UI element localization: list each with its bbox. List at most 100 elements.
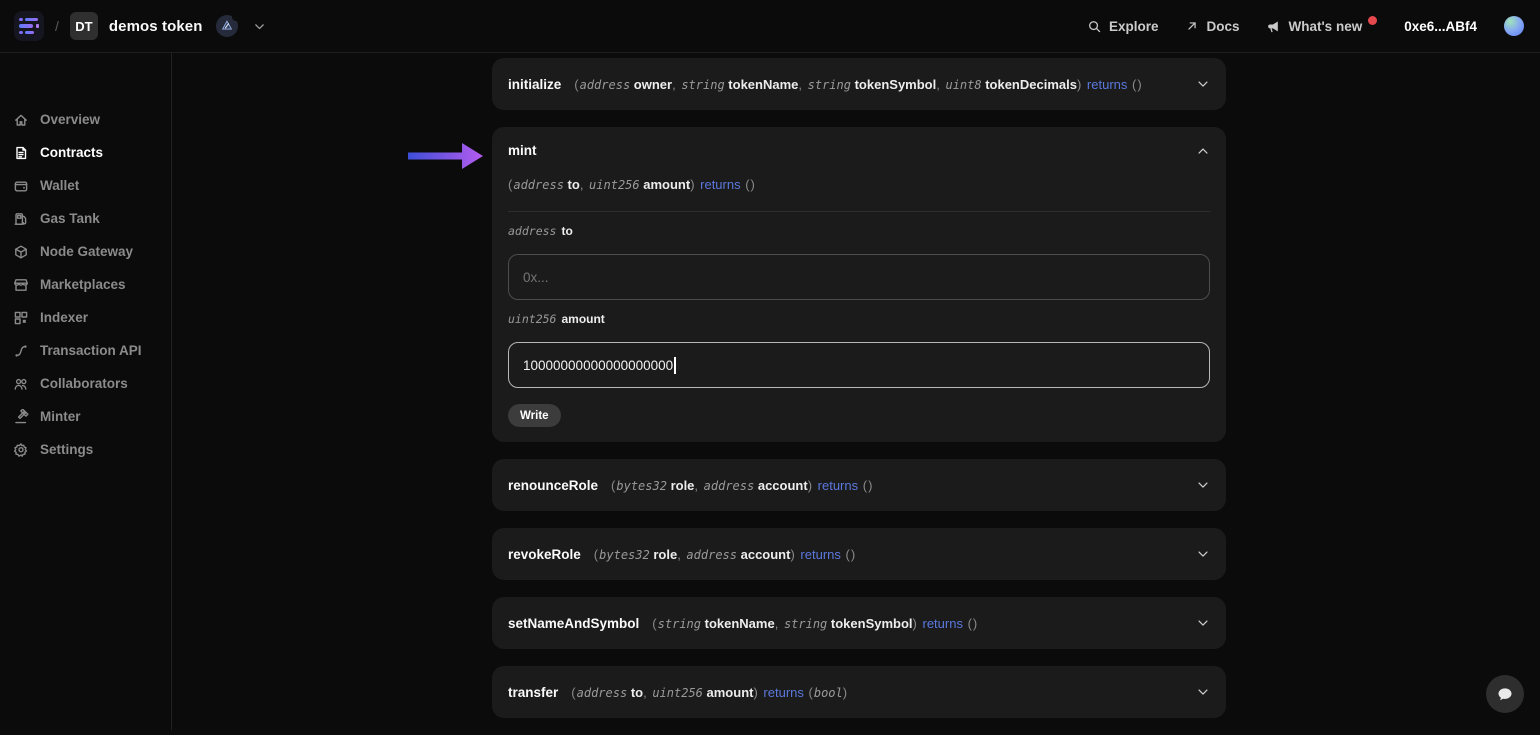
- sidebar-item-collaborators[interactable]: Collaborators: [0, 367, 171, 400]
- function-header-setnameandsymbol[interactable]: setNameAndSymbol (string tokenName, strin…: [492, 597, 1226, 649]
- sidebar: Overview Contracts Wallet Gas Tank Node …: [0, 53, 172, 730]
- sidebar-item-gas-tank[interactable]: Gas Tank: [0, 202, 171, 235]
- function-panel-setnameandsymbol: setNameAndSymbol (string tokenName, strin…: [492, 597, 1226, 649]
- signature-punct: (): [740, 177, 756, 192]
- topnav-label: Explore: [1108, 18, 1159, 34]
- chevron-up-icon[interactable]: [1196, 144, 1210, 158]
- chevron-down-icon[interactable]: [253, 20, 266, 33]
- sidebar-item-indexer[interactable]: Indexer: [0, 301, 171, 334]
- signature-param: role: [649, 546, 678, 562]
- signature-returns: returns: [922, 615, 963, 631]
- topbar-actions: Explore Docs What's new 0xe6...ABf4: [1087, 15, 1524, 36]
- topnav-label: What's new: [1288, 18, 1363, 34]
- function-panel-revokerole: revokeRole (bytes32 role, address account…: [492, 528, 1226, 580]
- write-button[interactable]: Write: [508, 404, 561, 427]
- chevron-down-icon[interactable]: [1196, 77, 1210, 91]
- sidebar-item-marketplaces[interactable]: Marketplaces: [0, 268, 171, 301]
- function-panel-transfer: transfer (address to, uint256 amount) ret…: [492, 666, 1226, 718]
- avatar[interactable]: [1504, 16, 1524, 36]
- to-input[interactable]: 0x...: [508, 254, 1210, 300]
- input-placeholder: 0x...: [523, 269, 549, 285]
- signature-type: string: [681, 77, 725, 92]
- signature-type: uint256: [589, 178, 640, 192]
- sidebar-item-label: Minter: [40, 409, 81, 424]
- account-address[interactable]: 0xe6...ABf4: [1404, 19, 1477, 34]
- function-header-revokerole[interactable]: revokeRole (bytes32 role, address account…: [492, 528, 1226, 580]
- amount-input[interactable]: 10000000000000000000: [508, 342, 1210, 388]
- sidebar-item-node-gateway[interactable]: Node Gateway: [0, 235, 171, 268]
- signature-punct: ,: [643, 684, 653, 700]
- chevron-down-icon[interactable]: [1196, 547, 1210, 561]
- topnav-item-docs[interactable]: Docs: [1185, 19, 1239, 34]
- signature-type: address: [686, 547, 737, 562]
- function-header-transfer[interactable]: transfer (address to, uint256 amount) ret…: [492, 666, 1226, 718]
- signature-type: address: [579, 77, 631, 92]
- gear-icon: [12, 442, 29, 458]
- function-header-mint[interactable]: mint: [508, 127, 1210, 158]
- chain-status-dot: [231, 13, 240, 21]
- field-name: amount: [561, 312, 605, 326]
- sidebar-item-contracts[interactable]: Contracts: [0, 136, 171, 169]
- signature-param: tokenName: [724, 76, 799, 92]
- signature-type: string: [657, 616, 701, 631]
- gavel-icon: [12, 408, 29, 425]
- signature-type: address: [703, 478, 755, 493]
- chevron-down-icon[interactable]: [1196, 616, 1210, 630]
- chat-bubble-icon: [1496, 685, 1514, 703]
- function-name: transfer: [508, 684, 559, 700]
- function-signature: (address to, uint256 amount) returns (): [508, 177, 1210, 192]
- signature-param: tokenDecimals: [981, 76, 1077, 92]
- signature-returns: returns: [763, 684, 804, 700]
- function-header-renouncerole[interactable]: renounceRole (bytes32 role, address accou…: [492, 459, 1226, 511]
- topnav-item-what-s-new[interactable]: What's new: [1266, 15, 1378, 34]
- chain-badge-icon[interactable]: [215, 13, 240, 37]
- signature-type: address: [576, 685, 628, 700]
- field-name: to: [561, 224, 573, 238]
- signature-type: address: [513, 178, 564, 192]
- chevron-down-icon[interactable]: [1196, 685, 1210, 699]
- field-type: address: [508, 224, 557, 238]
- signature-returns: returns: [700, 177, 741, 192]
- signature-punct: (: [803, 684, 814, 700]
- function-signature: (string tokenName, string tokenSymbol) r…: [652, 616, 978, 631]
- signature-punct: ): [753, 684, 764, 700]
- contract-file-icon: [12, 145, 29, 161]
- chat-button[interactable]: [1486, 675, 1524, 713]
- sidebar-item-wallet[interactable]: Wallet: [0, 169, 171, 202]
- app-logo-icon[interactable]: [14, 11, 44, 41]
- arrow-up-right-icon: [1185, 19, 1199, 33]
- topnav-item-explore[interactable]: Explore: [1087, 18, 1159, 34]
- chevron-down-icon[interactable]: [1196, 478, 1210, 492]
- search-icon: [1087, 19, 1102, 34]
- signature-param: amount: [639, 177, 691, 192]
- sidebar-item-overview[interactable]: Overview: [0, 103, 171, 136]
- signature-punct: ,: [694, 477, 704, 493]
- signature-param: owner: [630, 76, 673, 92]
- text-caret: [674, 356, 676, 374]
- signature-param: tokenSymbol: [827, 615, 913, 631]
- function-header-initialize[interactable]: initialize (address owner, string tokenNa…: [492, 58, 1226, 110]
- project-name: demos token: [108, 17, 203, 35]
- breadcrumb-separator: /: [55, 18, 59, 34]
- signature-punct: ,: [672, 76, 682, 92]
- signature-punct: (): [858, 477, 874, 493]
- sidebar-item-label: Overview: [40, 112, 101, 127]
- megaphone-icon: [1266, 19, 1281, 34]
- annotation-arrow: [407, 140, 485, 177]
- signature-punct: ,: [798, 76, 808, 92]
- function-name: renounceRole: [508, 477, 599, 493]
- sidebar-item-label: Indexer: [40, 310, 89, 325]
- field-type: uint256: [508, 312, 557, 326]
- sidebar-item-transaction-api[interactable]: Transaction API: [0, 334, 171, 367]
- function-panel-mint: mint (address to, uint256 amount) returns…: [492, 127, 1226, 442]
- sidebar-item-settings[interactable]: Settings: [0, 433, 171, 466]
- notification-dot: [1368, 15, 1378, 25]
- signature-param: amount: [702, 684, 754, 700]
- signature-returns: returns: [800, 546, 841, 562]
- sidebar-item-label: Settings: [40, 442, 94, 457]
- signature-punct: ): [1076, 76, 1087, 92]
- function-name: initialize: [508, 76, 562, 92]
- signature-returns: returns: [1086, 76, 1128, 92]
- topbar-breadcrumb: / DT demos token: [14, 11, 266, 41]
- sidebar-item-minter[interactable]: Minter: [0, 400, 171, 433]
